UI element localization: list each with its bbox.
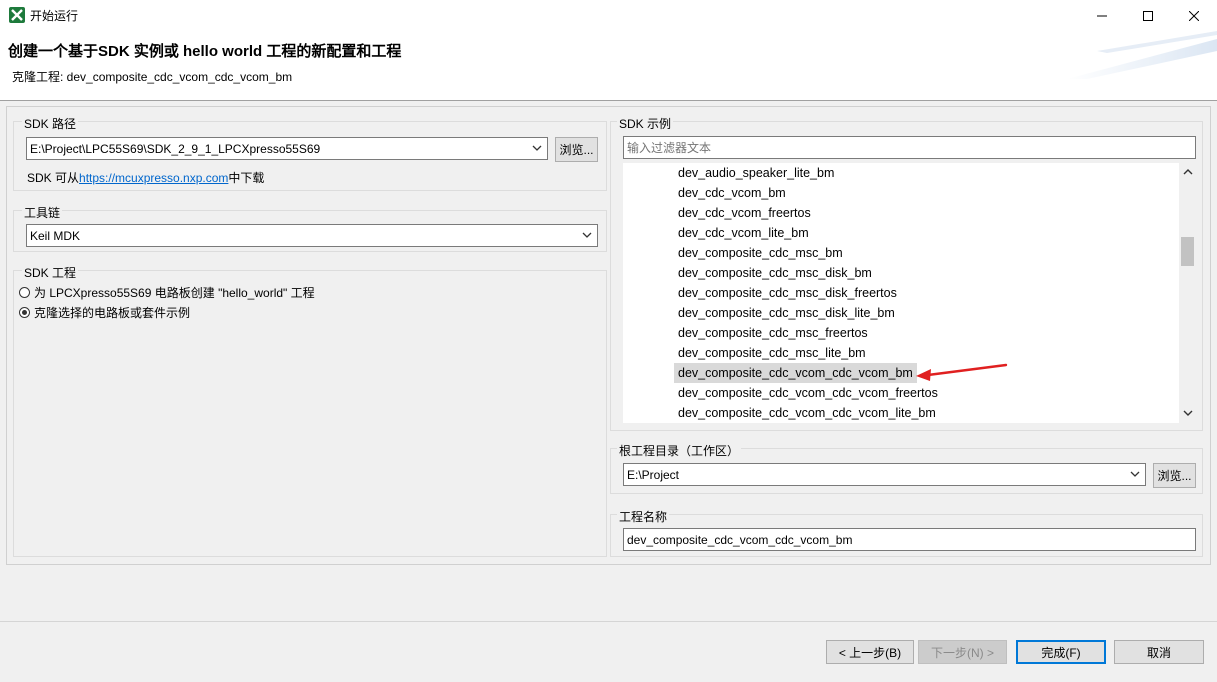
- toolchain-combo[interactable]: Keil MDK: [26, 224, 598, 247]
- sdk-path-browse-button[interactable]: 浏览...: [555, 137, 598, 162]
- scroll-down-icon[interactable]: [1183, 409, 1193, 417]
- app-icon: [9, 7, 25, 23]
- radio-hello-world[interactable]: 为 LPCXpresso55S69 电路板创建 "hello_world" 工程: [19, 284, 315, 301]
- sdk-examples-list[interactable]: dev_audio_speaker_lite_bm dev_cdc_vcom_b…: [623, 163, 1197, 423]
- root-dir-label: 根工程目录（工作区）: [617, 442, 742, 459]
- sdk-examples-label: SDK 示例: [617, 115, 674, 132]
- page-subtitle: 克隆工程: dev_composite_cdc_vcom_cdc_vcom_bm: [12, 70, 293, 84]
- minimize-icon: [1097, 15, 1107, 16]
- sdk-note-suffix: 中下载: [228, 171, 265, 185]
- page-title: 创建一个基于SDK 实例或 hello world 工程的新配置和工程: [8, 43, 402, 60]
- sdk-path-combo[interactable]: E:\Project\LPC55S69\SDK_2_9_1_LPCXpresso…: [26, 137, 548, 160]
- project-name-input[interactable]: dev_composite_cdc_vcom_cdc_vcom_bm: [623, 528, 1196, 551]
- close-button[interactable]: [1171, 0, 1217, 31]
- next-button[interactable]: 下一步(N) >: [918, 640, 1007, 664]
- list-item[interactable]: dev_composite_cdc_vcom_cdc_vcom_freertos: [674, 383, 942, 403]
- radio-clone-example[interactable]: 克隆选择的电路板或套件示例: [19, 304, 190, 321]
- root-dir-browse-button[interactable]: 浏览...: [1153, 463, 1196, 488]
- list-item[interactable]: dev_composite_cdc_msc_disk_freertos: [674, 283, 901, 303]
- example-filter-input[interactable]: [623, 136, 1196, 159]
- chevron-down-icon: [1130, 471, 1140, 477]
- back-button[interactable]: < 上一步(B): [826, 640, 914, 664]
- radio-button-checked[interactable]: [19, 307, 30, 318]
- list-item[interactable]: dev_cdc_vcom_freertos: [674, 203, 815, 223]
- project-name-value: dev_composite_cdc_vcom_cdc_vcom_bm: [627, 533, 853, 547]
- finish-button[interactable]: 完成(F): [1016, 640, 1106, 664]
- list-item[interactable]: dev_composite_cdc_msc_lite_bm: [674, 343, 870, 363]
- sdk-path-value: E:\Project\LPC55S69\SDK_2_9_1_LPCXpresso…: [30, 142, 321, 156]
- sdk-note-prefix: SDK 可从: [27, 171, 80, 185]
- list-item-selected[interactable]: dev_composite_cdc_vcom_cdc_vcom_bm: [674, 363, 917, 383]
- radio-button-unchecked[interactable]: [19, 287, 30, 298]
- chevron-down-icon: [582, 232, 592, 238]
- list-item[interactable]: dev_composite_cdc_msc_bm: [674, 243, 847, 263]
- root-dir-combo[interactable]: E:\Project: [623, 463, 1146, 486]
- list-item[interactable]: dev_cdc_vcom_lite_bm: [674, 223, 813, 243]
- scroll-up-icon[interactable]: [1183, 168, 1193, 176]
- radio-hello-world-label: 为 LPCXpresso55S69 电路板创建 "hello_world" 工程: [34, 286, 315, 300]
- radio-clone-example-label: 克隆选择的电路板或套件示例: [34, 306, 191, 320]
- window-title: 开始运行: [30, 9, 79, 23]
- list-item[interactable]: dev_composite_cdc_msc_disk_bm: [674, 263, 876, 283]
- list-scrollbar[interactable]: [1179, 163, 1197, 423]
- list-item[interactable]: dev_cdc_vcom_bm: [674, 183, 790, 203]
- sdk-download-link[interactable]: https://mcuxpresso.nxp.com: [79, 171, 228, 185]
- title-bar: 开始运行: [0, 0, 1217, 31]
- footer-divider: [0, 621, 1217, 622]
- close-icon: [1189, 10, 1199, 21]
- maximize-button[interactable]: [1125, 0, 1171, 31]
- list-item[interactable]: dev_composite_cdc_msc_disk_lite_bm: [674, 303, 899, 323]
- maximize-icon: [1143, 10, 1153, 21]
- list-item[interactable]: dev_composite_cdc_msc_freertos: [674, 323, 872, 343]
- toolchain-label: 工具链: [22, 204, 63, 221]
- sdk-path-label: SDK 路径: [22, 115, 79, 132]
- project-name-label: 工程名称: [617, 508, 670, 525]
- scrollbar-thumb[interactable]: [1181, 237, 1194, 266]
- list-item[interactable]: dev_composite_cdc_vcom_cdc_vcom_lite_bm: [674, 403, 940, 423]
- list-item[interactable]: dev_audio_speaker_lite_bm: [674, 163, 838, 183]
- toolchain-value: Keil MDK: [30, 229, 81, 243]
- annotation-arrow-icon: [916, 363, 1008, 381]
- minimize-button[interactable]: [1079, 0, 1125, 31]
- chevron-down-icon: [532, 145, 542, 151]
- banner-decoration: [1067, 31, 1217, 79]
- wizard-header: 创建一个基于SDK 实例或 hello world 工程的新配置和工程 克隆工程…: [0, 31, 1217, 101]
- sdk-download-note: SDK 可从https://mcuxpresso.nxp.com中下载: [27, 169, 264, 186]
- root-dir-value: E:\Project: [627, 468, 680, 482]
- sdk-project-label: SDK 工程: [22, 264, 79, 281]
- cancel-button[interactable]: 取消: [1114, 640, 1204, 664]
